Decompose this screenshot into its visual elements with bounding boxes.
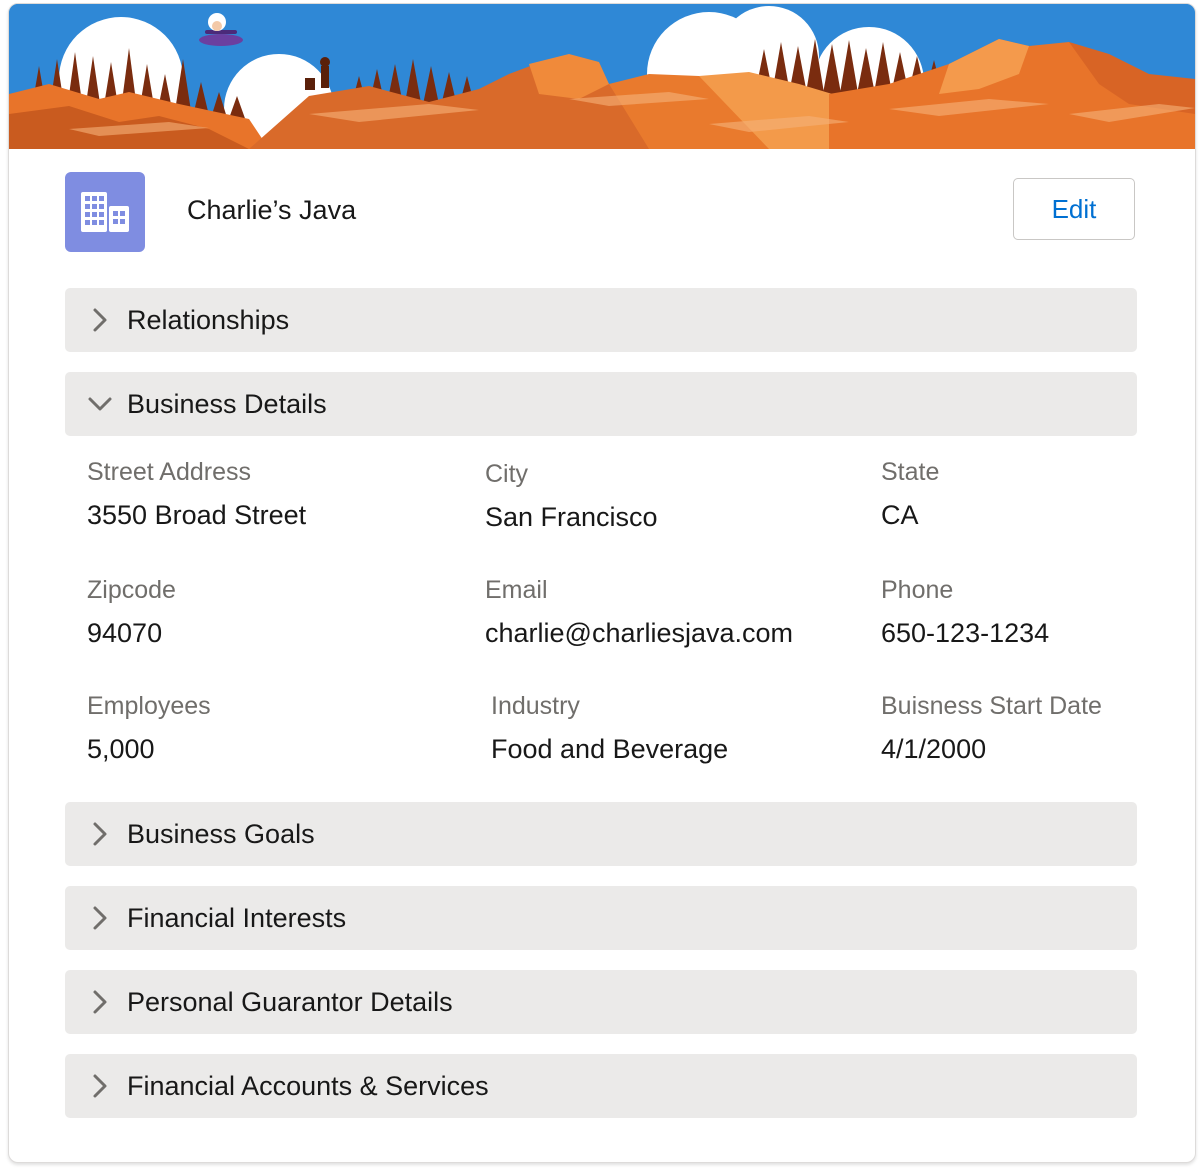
city-label: City xyxy=(485,460,529,488)
industry-value: Food and Beverage xyxy=(491,734,729,764)
employees-label: Employees xyxy=(87,692,211,720)
email-value: charlie@charliesjava.com xyxy=(485,618,794,648)
state-label: State xyxy=(881,458,940,486)
section-label: Relationships xyxy=(127,304,290,335)
chevron-right-icon xyxy=(87,989,113,1015)
chevron-down-icon xyxy=(87,391,113,417)
phone-label: Phone xyxy=(881,576,954,604)
section-label: Business Details xyxy=(127,388,327,419)
record-title: Charlie’s Java xyxy=(187,195,357,225)
street-address-label: Street Address xyxy=(87,458,251,486)
chevron-right-icon xyxy=(87,821,113,847)
account-card: Charlie’s Java Edit Relationships Busine… xyxy=(8,3,1196,1163)
street-address-value: 3550 Broad Street xyxy=(87,500,307,530)
email-label: Email xyxy=(485,576,548,604)
section-financial-accounts-services[interactable]: Financial Accounts & Services xyxy=(65,1054,1137,1118)
section-label: Business Goals xyxy=(127,818,315,849)
phone-value: 650-123-1234 xyxy=(881,618,1050,648)
industry-label: Industry xyxy=(491,692,580,720)
section-label: Financial Interests xyxy=(127,902,347,933)
zipcode-value: 94070 xyxy=(87,618,163,648)
section-personal-guarantor-details[interactable]: Personal Guarantor Details xyxy=(65,970,1137,1034)
edit-button[interactable]: Edit xyxy=(1013,178,1135,240)
header-banner-illustration xyxy=(9,4,1195,149)
section-label: Financial Accounts & Services xyxy=(127,1070,489,1101)
state-value: CA xyxy=(881,500,919,530)
section-business-goals[interactable]: Business Goals xyxy=(65,802,1137,866)
building-icon xyxy=(65,172,145,252)
section-label: Personal Guarantor Details xyxy=(127,986,453,1017)
chevron-right-icon xyxy=(87,1073,113,1099)
record-header: Charlie’s Java Edit xyxy=(9,149,1195,269)
section-business-details[interactable]: Business Details xyxy=(65,372,1137,436)
start-date-value: 4/1/2000 xyxy=(881,734,987,764)
section-relationships[interactable]: Relationships xyxy=(65,288,1137,352)
start-date-label: Buisness Start Date xyxy=(881,692,1102,720)
chevron-right-icon xyxy=(87,307,113,333)
section-financial-interests[interactable]: Financial Interests xyxy=(65,886,1137,950)
zipcode-label: Zipcode xyxy=(87,576,176,604)
employees-value: 5,000 xyxy=(87,734,155,764)
city-value: San Francisco xyxy=(485,502,658,532)
chevron-right-icon xyxy=(87,905,113,931)
